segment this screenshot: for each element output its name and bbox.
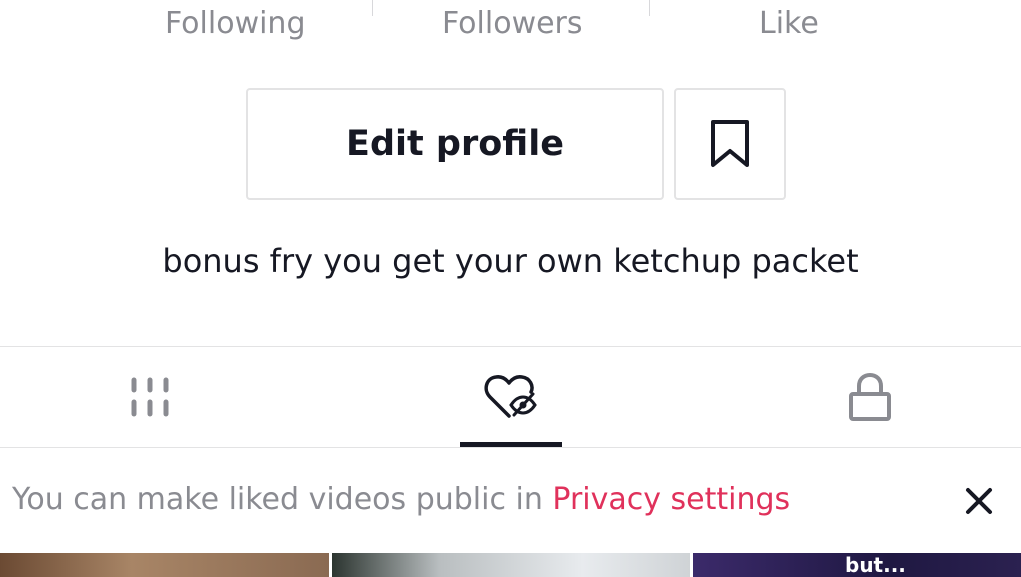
edit-profile-button[interactable]: Edit profile — [246, 88, 664, 200]
following-label[interactable]: Following — [165, 6, 306, 41]
stats-bar: Following Followers Like — [0, 0, 1021, 60]
divider — [0, 447, 1021, 448]
liked-videos-notice: You can make liked videos public in Priv… — [12, 482, 790, 517]
thumbnail-caption: but... — [845, 553, 906, 577]
followers-label[interactable]: Followers — [442, 6, 583, 41]
profile-bio: bonus fry you get your own ketchup packe… — [162, 242, 859, 280]
video-grid: but... — [0, 553, 1021, 577]
grid-icon — [131, 377, 169, 417]
stat-divider — [372, 0, 373, 16]
bookmark-icon — [711, 120, 749, 167]
hidden-heart-icon — [484, 375, 537, 418]
stat-divider — [649, 0, 650, 16]
privacy-settings-link[interactable]: Privacy settings — [552, 482, 790, 517]
tab-liked[interactable] — [411, 347, 611, 447]
close-icon — [966, 488, 992, 514]
video-thumbnail[interactable] — [332, 553, 690, 577]
tab-videos[interactable] — [50, 347, 250, 447]
close-notice-button[interactable] — [962, 484, 996, 518]
video-thumbnail[interactable] — [0, 553, 329, 577]
notice-text: You can make liked videos public in — [12, 482, 553, 517]
video-thumbnail[interactable]: but... — [693, 553, 1021, 577]
lock-icon — [849, 372, 891, 421]
like-label[interactable]: Like — [759, 6, 819, 41]
bookmark-button[interactable] — [674, 88, 786, 200]
tab-private[interactable] — [770, 347, 970, 447]
